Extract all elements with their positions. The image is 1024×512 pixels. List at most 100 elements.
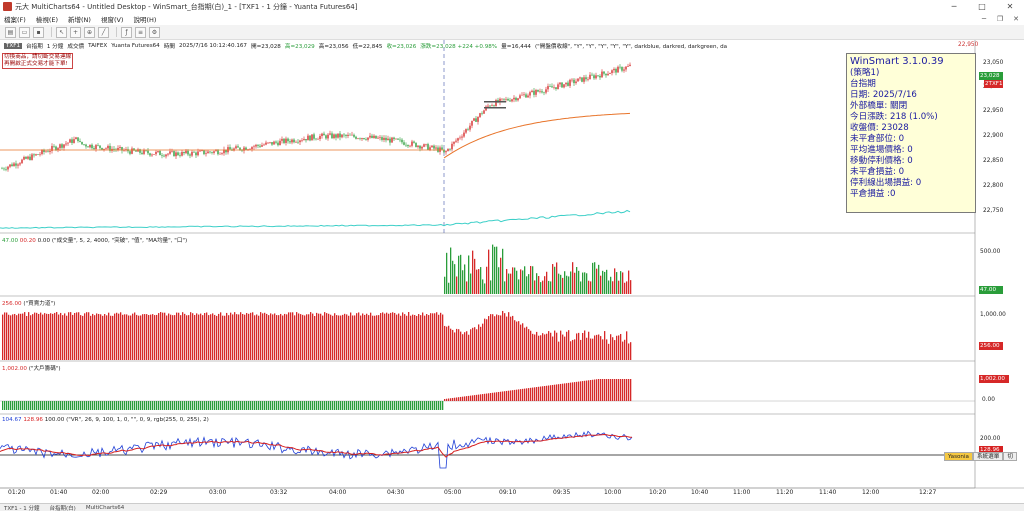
drawing-tool-icon[interactable]: ╱: [98, 26, 109, 38]
buysell-bar: [466, 331, 468, 360]
candle-body: [363, 138, 365, 140]
bigplayer-study: ("大戶籌碼"): [28, 366, 61, 372]
candle-body: [131, 148, 133, 154]
symbol-box[interactable]: TXF1: [4, 43, 23, 49]
candle-body: [35, 154, 37, 156]
bigplayer-bar: [34, 401, 36, 410]
buysell-bar: [82, 315, 84, 360]
maximize-icon[interactable]: □: [968, 2, 996, 11]
volume-bar: [584, 272, 586, 294]
doc-tab[interactable]: MultiCharts64: [86, 505, 124, 511]
settings-icon[interactable]: ⚙: [149, 26, 160, 38]
candle-body: [357, 138, 359, 139]
bigplayer-bar: [604, 379, 606, 401]
doc-tab[interactable]: 台指期(白): [50, 504, 76, 512]
buysell-bar: [250, 312, 252, 360]
bigplayer-bar: [450, 398, 452, 401]
candle-body: [419, 145, 421, 149]
menu-new[interactable]: 新增(N): [68, 14, 91, 24]
datetime-label: 2025/7/16 10:12:40.167: [178, 43, 247, 49]
bigplayer-bar: [476, 394, 478, 401]
candle-body: [465, 129, 467, 133]
vr-value: 128.96: [23, 417, 43, 423]
yasonia-button[interactable]: Yasonia: [944, 452, 973, 461]
buysell-bar: [90, 315, 92, 360]
bigplayer-bar: [430, 401, 432, 410]
bigplayer-bar: [74, 401, 76, 410]
buysell-bar: [414, 315, 416, 360]
menu-help[interactable]: 說明(H): [133, 14, 156, 24]
crosshair-icon[interactable]: +: [70, 26, 81, 38]
buysell-bar: [176, 312, 178, 360]
candle-body: [135, 150, 137, 152]
buysell-bar: [380, 313, 382, 360]
menu-view[interactable]: 檢視(E): [36, 14, 58, 24]
zoom-icon[interactable]: ⊕: [84, 26, 95, 38]
bigplayer-bar: [108, 401, 110, 410]
new-chart-icon[interactable]: ▤: [5, 26, 16, 38]
buysell-bar: [292, 312, 294, 360]
buysell-bar: [28, 312, 30, 360]
buysell-bar: [562, 334, 564, 360]
candle-body: [313, 134, 315, 139]
minimize-icon[interactable]: ─: [940, 2, 968, 11]
mdi-restore-icon[interactable]: ❐: [992, 15, 1008, 23]
candle-body: [471, 120, 473, 126]
bigplayer-bar: [170, 401, 172, 410]
doc-tab[interactable]: TXF1 - 1 分鐘: [4, 504, 40, 512]
candle-body: [467, 129, 469, 130]
bigplayer-bar: [380, 401, 382, 410]
bigplayer-bar: [420, 401, 422, 410]
buysell-bar: [382, 312, 384, 360]
open-icon[interactable]: ▭: [19, 26, 30, 38]
bigplayer-bar: [106, 401, 108, 410]
buysell-bar: [144, 314, 146, 360]
bigplayer-bar: [314, 401, 316, 410]
buysell-bar: [34, 312, 36, 360]
bigplayer-bar: [466, 396, 468, 401]
volume-axis-label: 500.00: [980, 249, 1001, 255]
chart-area[interactable]: TXF1 台指期 1 分鐘 成交價 TAIFEX Yuanta Futures6…: [0, 40, 1024, 511]
switch-button[interactable]: 切: [1003, 452, 1017, 461]
volume-bar: [542, 280, 544, 294]
buysell-bar: [54, 312, 56, 360]
buysell-bar: [260, 312, 262, 360]
candle-body: [351, 134, 353, 136]
menu-file[interactable]: 檔案(F): [4, 14, 26, 24]
change-value: 漲跌=23,028 +224 +0.98%: [420, 44, 498, 50]
buysell-bar: [364, 314, 366, 360]
bigplayer-bar: [438, 401, 440, 410]
buysell-bar: [180, 315, 182, 360]
cursor-icon[interactable]: ↖: [56, 26, 67, 38]
candle-body: [85, 144, 87, 147]
mdi-close-icon[interactable]: ✕: [1008, 15, 1024, 23]
bigplayer-bar: [600, 379, 602, 401]
candle-body: [7, 166, 9, 170]
candle-body: [491, 105, 493, 106]
bigplayer-bar: [58, 401, 60, 410]
bigplayer-bar: [398, 401, 400, 410]
buysell-bar: [174, 315, 176, 360]
candle-body: [211, 152, 213, 153]
bigplayer-bar: [10, 401, 12, 410]
buysell-bar: [576, 333, 578, 360]
candle-body: [349, 134, 351, 136]
candle-body: [565, 82, 567, 85]
indicator-icon[interactable]: ƒ: [121, 26, 132, 38]
system-menu-button[interactable]: 系統選單: [972, 452, 1004, 461]
strategy-icon[interactable]: ≡: [135, 26, 146, 38]
bigplayer-bar: [4, 401, 6, 410]
candle-body: [413, 141, 415, 143]
bigplayer-bar: [416, 401, 418, 410]
buysell-bar: [394, 312, 396, 360]
buysell-bar: [318, 313, 320, 360]
close-icon[interactable]: ✕: [996, 2, 1024, 11]
mdi-minimize-icon[interactable]: ─: [976, 15, 992, 23]
save-icon[interactable]: ▪: [33, 26, 44, 38]
bigplayer-bar: [348, 401, 350, 410]
time-label: 10:20: [649, 489, 667, 496]
candle-body: [281, 138, 283, 141]
volume-bar: [540, 282, 542, 294]
bigplayer-bar: [562, 383, 564, 401]
menu-window[interactable]: 視窗(V): [101, 14, 124, 24]
